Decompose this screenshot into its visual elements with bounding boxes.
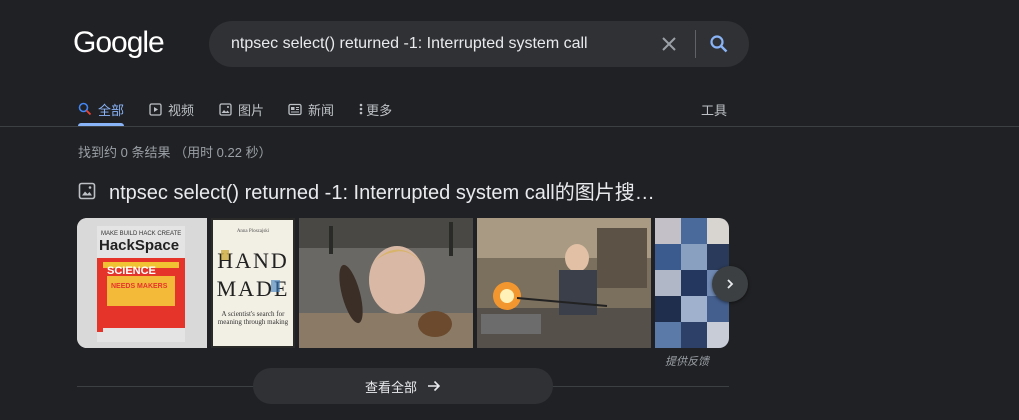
tab-label: 新闻 <box>308 102 335 118</box>
tab-videos[interactable]: 视频 <box>148 92 194 126</box>
search-box[interactable] <box>209 21 749 67</box>
tab-news[interactable]: 新闻 <box>288 92 334 126</box>
tab-label: 全部 <box>98 102 125 118</box>
thumbnail-person-pinecone[interactable] <box>299 218 473 348</box>
search-tabs: 全部 视频 图片 新闻 更多 <box>78 92 416 126</box>
tab-more[interactable]: 更多 <box>358 92 392 126</box>
view-all-label: 查看全部 <box>364 379 417 395</box>
more-vert-icon <box>358 102 364 116</box>
images-heading-link[interactable]: ntpsec select() returned -1: Interrupted… <box>109 176 655 205</box>
header-divider <box>0 126 1019 127</box>
cover-headline: SCIENCE <box>107 265 156 277</box>
images-heading[interactable]: ntpsec select() returned -1: Interrupted… <box>78 176 655 205</box>
arrow-right-icon <box>427 380 441 392</box>
feedback-link[interactable]: 提供反馈 <box>665 353 709 369</box>
tab-label: 图片 <box>238 102 265 118</box>
thumbnail-hackspace-magazine[interactable]: MAKE BUILD HACK CREATE HackSpace SCIENCE… <box>77 218 207 348</box>
image-icon <box>78 182 96 200</box>
image-icon <box>218 102 232 116</box>
search-icon <box>78 102 92 116</box>
tab-label: 视频 <box>168 102 195 118</box>
cover-subheadline: NEEDS MAKERS <box>111 283 168 290</box>
book-author: Anna Ploszajski <box>237 229 270 234</box>
clear-icon[interactable] <box>657 32 681 56</box>
google-logo[interactable]: Google <box>73 26 165 60</box>
tab-all[interactable]: 全部 <box>78 92 125 126</box>
chevron-right-icon <box>724 278 736 290</box>
tab-images[interactable]: 图片 <box>218 92 264 126</box>
news-icon <box>288 102 302 116</box>
tools-button[interactable]: 工具 <box>701 92 727 126</box>
result-stats: 找到约 0 条结果 （用时 0.22 秒） <box>78 145 272 160</box>
searchbox-divider <box>695 30 696 58</box>
book-subtitle: A scientist's search for meaning through… <box>217 310 289 326</box>
tab-label: 更多 <box>366 102 393 118</box>
image-carousel: MAKE BUILD HACK CREATE HackSpace SCIENCE… <box>77 218 729 348</box>
carousel-next-button[interactable] <box>712 266 748 302</box>
view-all-button[interactable]: 查看全部 <box>253 368 553 404</box>
search-input[interactable] <box>229 21 649 67</box>
thumbnail-glassblowing-workshop[interactable] <box>477 218 651 348</box>
thumbnail-hand-made-book[interactable]: Anna Ploszajski HAND MADE A scientist's … <box>211 218 295 348</box>
search-icon[interactable] <box>707 32 731 56</box>
cover-title: HackSpace <box>99 237 179 254</box>
video-icon <box>148 102 162 116</box>
